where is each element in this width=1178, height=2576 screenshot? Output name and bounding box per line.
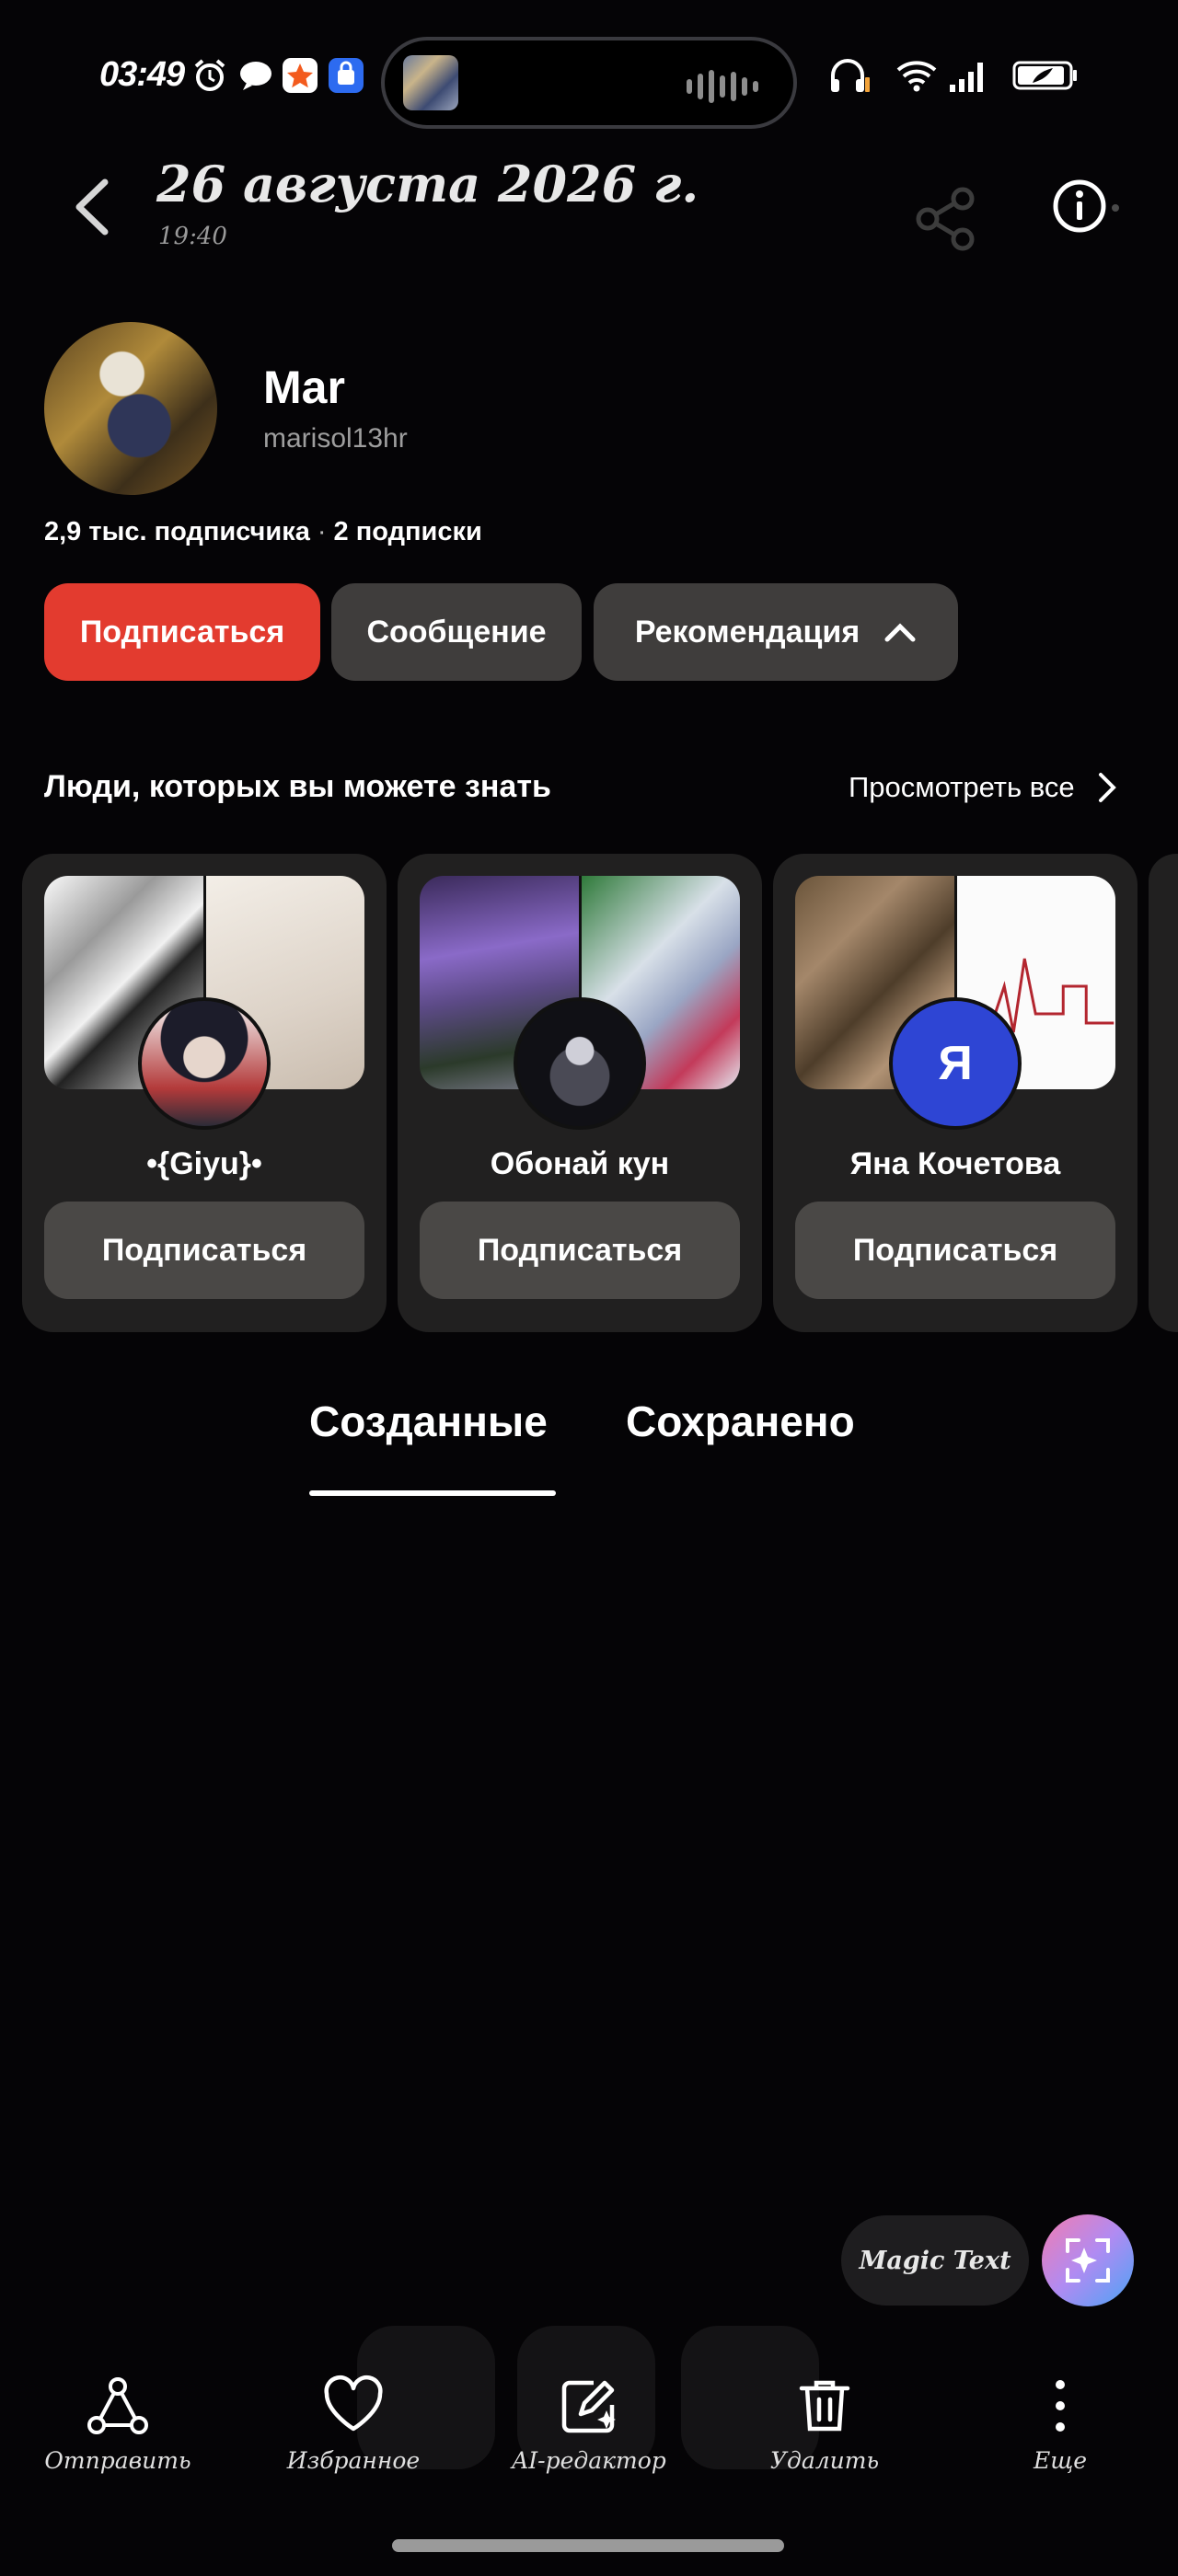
trash-icon — [799, 2380, 850, 2432]
toolbar-delete[interactable]: Удалить — [733, 2374, 917, 2474]
see-all-link[interactable]: Просмотреть все — [849, 771, 1119, 804]
card-avatar: Я — [889, 997, 1022, 1130]
suggestion-card[interactable]: Я Яна Кочетова Подписаться — [773, 854, 1138, 1332]
card-follow-button[interactable]: Подписаться — [44, 1202, 364, 1299]
app-store-icon — [329, 58, 364, 93]
card-avatar-letter: Я — [938, 1037, 973, 1090]
card-name: Обонай кун — [490, 1146, 670, 1181]
back-arrow-icon[interactable] — [64, 175, 120, 239]
card-avatar — [138, 997, 271, 1130]
suggestion-card[interactable]: Обонай кун Подписаться — [398, 854, 762, 1332]
star-app-icon — [283, 58, 318, 93]
people-section-title: Люди, которых вы можете знать — [44, 769, 551, 804]
share-icon[interactable] — [911, 184, 981, 254]
toolbar-favorite[interactable]: Избранное — [261, 2374, 445, 2474]
tab-saved[interactable]: Сохранено — [626, 1397, 855, 1446]
profile-avatar[interactable] — [44, 322, 217, 495]
card-follow-button[interactable]: Подписаться — [420, 1202, 740, 1299]
ai-sparkle-button[interactable] — [1042, 2214, 1134, 2306]
counts-separator: · — [317, 517, 327, 546]
recommend-label: Рекомендация — [634, 614, 860, 650]
home-indicator[interactable] — [392, 2539, 784, 2552]
album-art-icon — [403, 55, 458, 110]
audio-wave-icon — [687, 70, 758, 103]
followers-count[interactable]: 2,9 тыс. подписчика — [44, 517, 310, 546]
active-tab-indicator — [309, 1490, 556, 1496]
info-icon[interactable] — [1049, 177, 1119, 247]
card-avatar — [514, 997, 646, 1130]
status-bar: 03:49 — [0, 37, 1178, 129]
wifi-icon — [896, 61, 937, 92]
chevron-right-icon — [1098, 773, 1116, 802]
toolbar-send[interactable]: Отправить — [26, 2374, 210, 2474]
toolbar-ai-editor[interactable]: AI-редактор — [497, 2374, 681, 2474]
chat-bubble-icon — [240, 62, 271, 90]
profile-username: marisol13hr — [263, 423, 408, 454]
tab-created[interactable]: Созданные — [309, 1397, 548, 1446]
alarm-icon — [194, 59, 225, 91]
signal-icon — [950, 63, 983, 92]
follow-counts: 2,9 тыс. подписчика · 2 подписки — [44, 517, 482, 547]
follow-button[interactable]: Подписаться — [44, 583, 320, 681]
profile-name: Mar — [263, 362, 345, 413]
more-vertical-icon — [1056, 2380, 1065, 2432]
chevron-up-icon — [884, 623, 916, 642]
card-name: Яна Кочетова — [849, 1146, 1061, 1181]
suggestion-card[interactable]: •{Giyu}• Подписаться — [22, 854, 387, 1332]
page-title: 26 августа 2026 г. — [156, 155, 699, 213]
battery-icon — [1012, 61, 1077, 90]
headphones-icon — [831, 59, 870, 92]
suggestion-card-partial[interactable] — [1149, 854, 1178, 1332]
share-nodes-icon — [87, 2377, 148, 2434]
toolbar-delete-label: Удалить — [769, 2447, 880, 2474]
ai-sparkle-icon — [1066, 2238, 1110, 2283]
see-all-label: Просмотреть все — [849, 771, 1075, 803]
heart-icon — [324, 2375, 383, 2432]
toolbar-send-label: Отправить — [44, 2447, 191, 2474]
dynamic-island[interactable] — [381, 37, 797, 129]
toolbar-favorite-label: Избранное — [286, 2447, 421, 2474]
card-follow-button[interactable]: Подписаться — [795, 1202, 1115, 1299]
card-name: •{Giyu}• — [146, 1146, 262, 1181]
toolbar-more[interactable]: Еще — [968, 2374, 1152, 2474]
following-count[interactable]: 2 подписки — [334, 517, 482, 546]
page-subtitle: 19:40 — [158, 223, 227, 250]
ai-edit-icon — [561, 2380, 616, 2433]
toolbar-ai-editor-label: AI-редактор — [512, 2447, 666, 2474]
message-button[interactable]: Сообщение — [331, 583, 582, 681]
recommend-button[interactable]: Рекомендация — [594, 583, 958, 681]
toolbar-more-label: Еще — [1033, 2447, 1088, 2474]
status-time: 03:49 — [99, 55, 185, 94]
magic-text-button[interactable]: Magic Text — [841, 2215, 1029, 2306]
